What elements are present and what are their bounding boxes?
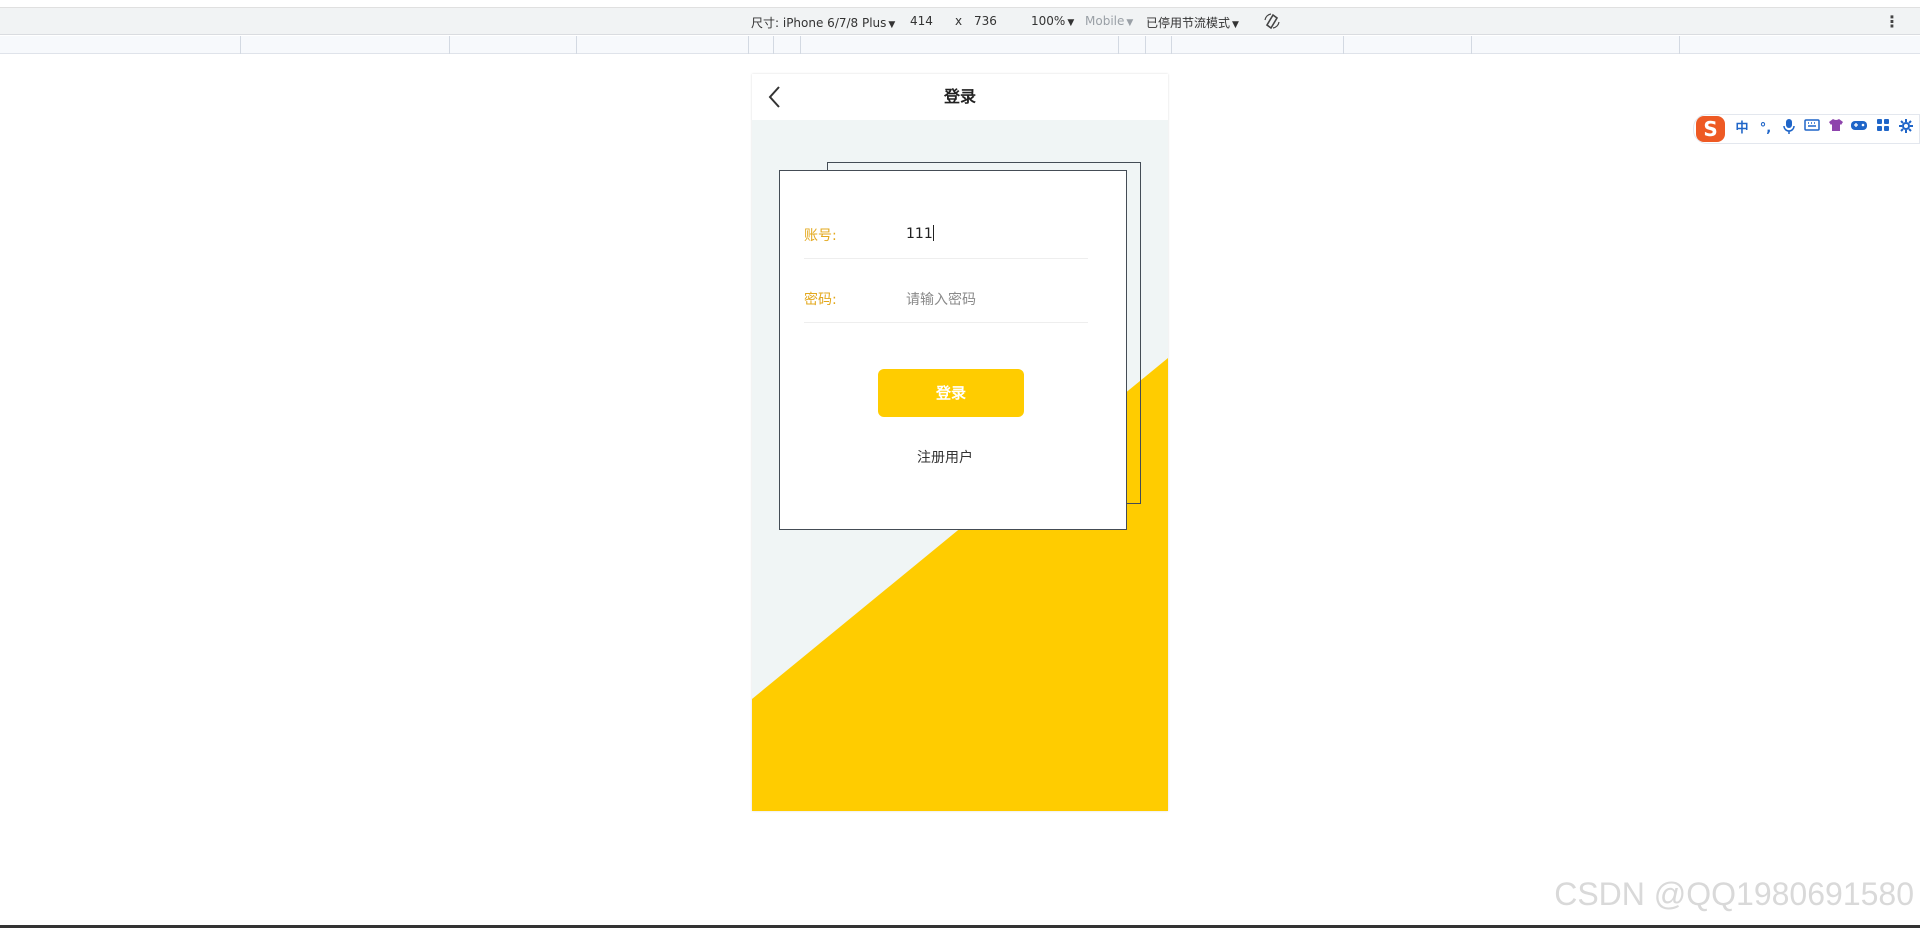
account-value: 111 xyxy=(906,226,933,242)
ime-punctuation[interactable]: °, xyxy=(1755,118,1776,140)
mode-select[interactable]: Mobile ▼ xyxy=(1085,14,1133,28)
password-input[interactable]: 请输入密码 xyxy=(906,289,976,309)
keyboard-icon[interactable] xyxy=(1802,118,1823,140)
skin-icon[interactable] xyxy=(1825,118,1846,140)
media-query-ruler xyxy=(0,36,1920,54)
zoom-select[interactable]: 100% ▼ xyxy=(1031,14,1074,28)
device-name: 尺寸: iPhone 6/7/8 Plus xyxy=(751,16,887,30)
password-row: 密码: 请输入密码 xyxy=(804,277,1088,323)
zoom-value: 100% xyxy=(1031,14,1066,28)
device-toolbar: 尺寸: iPhone 6/7/8 Plus ▼ 414 x 736 100% ▼ M… xyxy=(0,7,1920,35)
account-input[interactable]: 111 xyxy=(906,225,934,242)
mode-value: Mobile xyxy=(1085,14,1125,28)
watermark: CSDN @QQ1980691580 xyxy=(1554,876,1914,912)
login-button[interactable]: 登录 xyxy=(878,369,1024,417)
width-input[interactable]: 414 xyxy=(910,14,933,28)
settings-icon[interactable] xyxy=(1896,118,1917,140)
device-select[interactable]: 尺寸: iPhone 6/7/8 Plus ▼ xyxy=(751,14,895,31)
caret-down-icon: ▼ xyxy=(1232,20,1239,30)
throttle-select[interactable]: 已停用节流模式 ▼ xyxy=(1146,14,1239,31)
phone-viewport: 登录 账号: 111 密码: 请输入密码 登录 注册用户 xyxy=(752,74,1168,811)
height-input[interactable]: 736 xyxy=(974,14,997,28)
microphone-icon[interactable] xyxy=(1778,118,1799,140)
caret-down-icon: ▼ xyxy=(1067,18,1075,28)
dimension-separator: x xyxy=(955,14,963,28)
caret-down-icon: ▼ xyxy=(1126,18,1134,28)
more-options-icon[interactable]: ⋮ xyxy=(1884,12,1900,31)
throttle-value: 已停用节流模式 xyxy=(1146,16,1231,30)
caret-down-icon: ▼ xyxy=(888,20,896,30)
login-card: 账号: 111 密码: 请输入密码 登录 注册用户 xyxy=(779,170,1127,530)
account-row: 账号: 111 xyxy=(804,213,1088,259)
text-cursor xyxy=(932,225,934,241)
password-label: 密码: xyxy=(804,292,837,308)
ime-toolbar: S 中 °, xyxy=(1693,114,1920,144)
page-title: 登录 xyxy=(943,87,976,106)
ime-lang-toggle[interactable]: 中 xyxy=(1731,118,1752,140)
apps-icon[interactable] xyxy=(1872,118,1893,140)
nav-bar: 登录 xyxy=(752,74,1168,120)
game-icon[interactable] xyxy=(1849,118,1870,140)
account-label: 账号: xyxy=(804,228,837,244)
register-link[interactable]: 注册用户 xyxy=(780,447,1110,467)
rotate-icon[interactable] xyxy=(1262,11,1282,34)
ime-logo[interactable]: S xyxy=(1696,116,1726,142)
